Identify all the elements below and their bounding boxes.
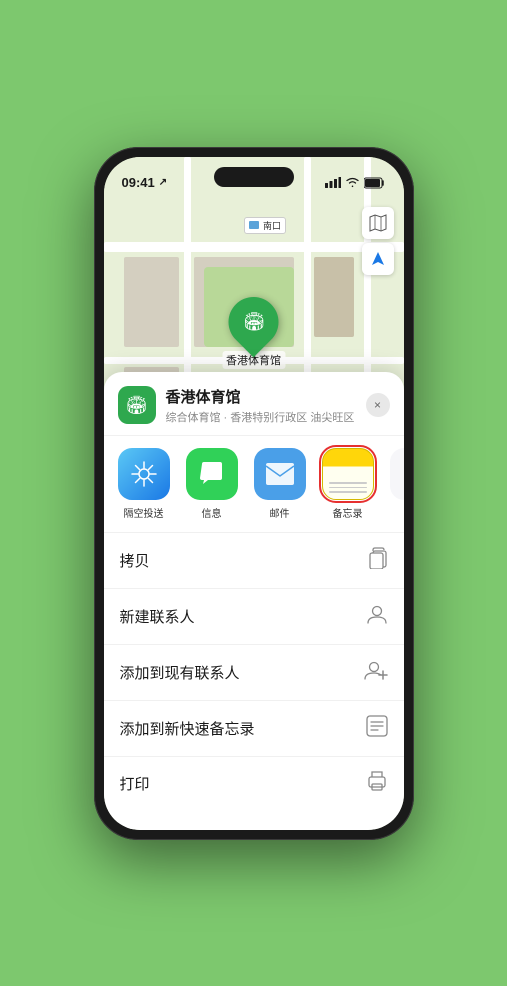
share-row: 隔空投送 信息: [104, 436, 404, 533]
close-icon: ×: [374, 398, 381, 412]
phone-screen: 09:41 ↗: [104, 157, 404, 830]
new-contact-icon: [366, 603, 388, 630]
messages-label: 信息: [202, 505, 222, 520]
share-item-notes[interactable]: 备忘录: [322, 448, 374, 520]
note-line-2: [329, 487, 367, 489]
action-print-label: 打印: [120, 773, 150, 794]
share-item-more[interactable]: 提: [390, 448, 404, 520]
venue-name: 香港体育馆: [166, 386, 356, 407]
venue-info: 香港体育馆 综合体育馆 · 香港特别行政区 油尖旺区: [166, 386, 356, 425]
map-label: 南口: [244, 217, 287, 234]
print-icon: [366, 771, 388, 796]
location-button[interactable]: [362, 243, 394, 275]
copy-icon: [368, 547, 388, 574]
copy-svg: [368, 547, 388, 569]
venue-header: 🏟 香港体育馆 综合体育馆 · 香港特别行政区 油尖旺区 ×: [104, 372, 404, 436]
action-add-contact-label: 添加到现有联系人: [120, 662, 240, 683]
location-pin: 🏟 香港体育馆: [222, 297, 285, 369]
note-line-3: [329, 491, 367, 493]
action-row-quick-note[interactable]: 添加到新快速备忘录: [104, 701, 404, 757]
action-row-add-contact[interactable]: 添加到现有联系人: [104, 645, 404, 701]
mail-svg: [265, 462, 295, 486]
note-line-1: [329, 482, 367, 484]
action-new-contact-label: 新建联系人: [120, 606, 195, 627]
mail-icon: [254, 448, 306, 500]
print-svg: [366, 771, 388, 791]
action-copy-label: 拷贝: [120, 550, 150, 571]
map-label-text: 南口: [263, 221, 281, 231]
wifi-icon: [345, 177, 360, 188]
action-row-new-contact[interactable]: 新建联系人: [104, 589, 404, 645]
share-item-messages[interactable]: 信息: [186, 448, 238, 520]
share-item-airdrop[interactable]: 隔空投送: [118, 448, 170, 520]
time-display: 09:41: [122, 175, 155, 190]
map-road: [104, 242, 404, 252]
action-quick-note-label: 添加到新快速备忘录: [120, 718, 255, 739]
close-button[interactable]: ×: [366, 393, 390, 417]
location-arrow-icon: ↗: [159, 177, 167, 188]
bottom-sheet: 🏟 香港体育馆 综合体育馆 · 香港特别行政区 油尖旺区 ×: [104, 372, 404, 830]
new-contact-svg: [366, 603, 388, 625]
venue-icon: 🏟: [118, 386, 156, 424]
quick-note-icon: [366, 715, 388, 742]
more-icon: [390, 448, 404, 500]
venue-icon-symbol: 🏟: [242, 311, 265, 332]
notes-label: 备忘录: [333, 505, 363, 520]
pin-icon-shape: 🏟: [218, 286, 289, 357]
messages-svg: [198, 460, 226, 488]
share-item-mail[interactable]: 邮件: [254, 448, 306, 520]
status-time: 09:41 ↗: [122, 175, 168, 190]
airdrop-svg: [130, 460, 158, 488]
map-controls: [362, 207, 394, 279]
venue-description: 综合体育馆 · 香港特别行政区 油尖旺区: [166, 409, 356, 425]
action-row-print[interactable]: 打印: [104, 757, 404, 810]
add-contact-svg: [364, 659, 388, 681]
battery-icon: [364, 177, 386, 189]
location-arrow-icon: [370, 251, 386, 267]
map-building: [124, 257, 179, 347]
phone-frame: 09:41 ↗: [94, 147, 414, 840]
dynamic-island: [214, 167, 294, 187]
add-contact-icon: [364, 659, 388, 686]
map-type-button[interactable]: [362, 207, 394, 239]
signal-icon: [325, 177, 341, 188]
mail-label: 邮件: [270, 505, 290, 520]
map-icon: [369, 214, 387, 232]
status-icons: [325, 177, 386, 189]
map-building: [314, 257, 354, 337]
notes-lines: [329, 482, 367, 493]
airdrop-icon: [118, 448, 170, 500]
airdrop-label: 隔空投送: [124, 505, 164, 520]
messages-icon: [186, 448, 238, 500]
notes-icon: [322, 448, 374, 500]
quick-note-svg: [366, 715, 388, 737]
action-row-copy[interactable]: 拷贝: [104, 533, 404, 589]
